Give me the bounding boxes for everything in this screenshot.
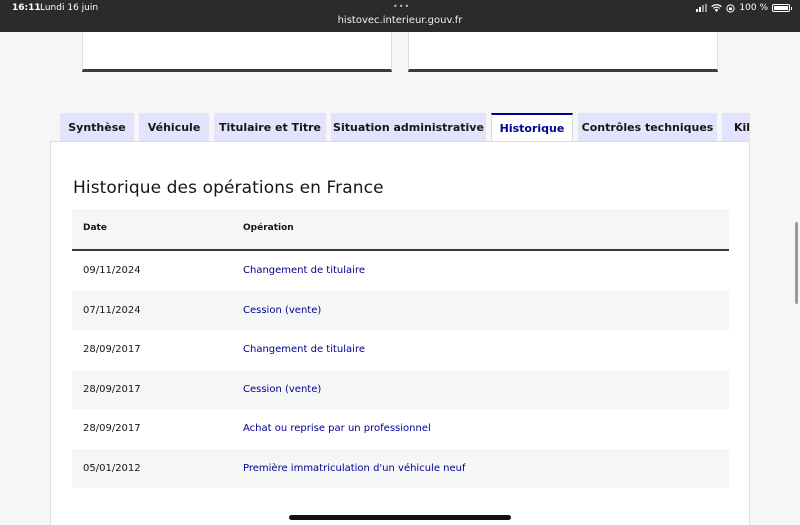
battery-icon (772, 4, 792, 12)
wifi-icon (711, 4, 723, 12)
row-date: 05/01/2012 (83, 462, 141, 474)
tab-historique[interactable]: Historique (491, 113, 573, 142)
tab-titulaire[interactable]: Titulaire et Titre (214, 113, 326, 142)
table-header: Date Opération (72, 209, 729, 251)
historique-panel: Historique des opérations en France Date… (50, 141, 750, 525)
tab-situation-administrative[interactable]: Situation administrative (331, 113, 486, 142)
tab-bar: Synthèse Véhicule Titulaire et Titre Sit… (60, 113, 750, 142)
row-date: 28/09/2017 (83, 383, 141, 395)
more-dots-icon[interactable]: ••• (393, 2, 410, 11)
table-row: 05/01/2012 Première immatriculation d'un… (72, 448, 729, 488)
row-date: 09/11/2024 (83, 265, 141, 276)
status-time: 16:11 (12, 3, 41, 13)
row-operation-link[interactable]: Première immatriculation d'un véhicule n… (243, 463, 466, 474)
status-date: Lundi 16 juin (40, 3, 99, 13)
tab-synthese[interactable]: Synthèse (60, 113, 134, 142)
home-indicator[interactable] (289, 515, 511, 520)
page-scrollbar[interactable] (795, 222, 798, 304)
row-operation-link[interactable]: Changement de titulaire (243, 265, 365, 276)
tab-vehicule[interactable]: Véhicule (139, 113, 209, 142)
table-row: 28/09/2017 Cession (vente) (72, 369, 729, 409)
lock-rotation-icon (726, 3, 736, 13)
signal-icon (696, 4, 708, 12)
column-header-date: Date (83, 223, 107, 233)
summary-card-left (82, 32, 392, 72)
row-date: 28/09/2017 (83, 344, 141, 355)
row-date: 07/11/2024 (83, 304, 141, 316)
table-row: 28/09/2017 Achat ou reprise par un profe… (72, 409, 729, 449)
status-indicators: 100 % (696, 3, 792, 13)
column-header-operation: Opération (243, 223, 294, 233)
address-bar[interactable]: histovec.interieur.gouv.fr (0, 15, 800, 26)
row-operation-link[interactable]: Cession (vente) (243, 305, 321, 316)
table-row: 09/11/2024 Changement de titulaire (72, 251, 729, 291)
table-row: 07/11/2024 Cession (vente) (72, 290, 729, 330)
row-operation-link[interactable]: Achat ou reprise par un professionnel (243, 423, 431, 434)
section-title: Historique des opérations en France (73, 178, 384, 198)
tab-controles-techniques[interactable]: Contrôles techniques (578, 113, 717, 142)
table-row: 28/09/2017 Changement de titulaire (72, 330, 729, 370)
row-date: 28/09/2017 (83, 423, 141, 434)
operations-table: Date Opération 09/11/2024 Changement de … (72, 209, 729, 488)
tab-kilometrage[interactable]: Kil (722, 113, 750, 142)
status-bar: 16:11 Lundi 16 juin ••• histovec.interie… (0, 0, 800, 32)
summary-card-right (408, 32, 718, 72)
row-operation-link[interactable]: Changement de titulaire (243, 344, 365, 355)
row-operation-link[interactable]: Cession (vente) (243, 384, 321, 395)
battery-percent: 100 % (739, 3, 768, 13)
